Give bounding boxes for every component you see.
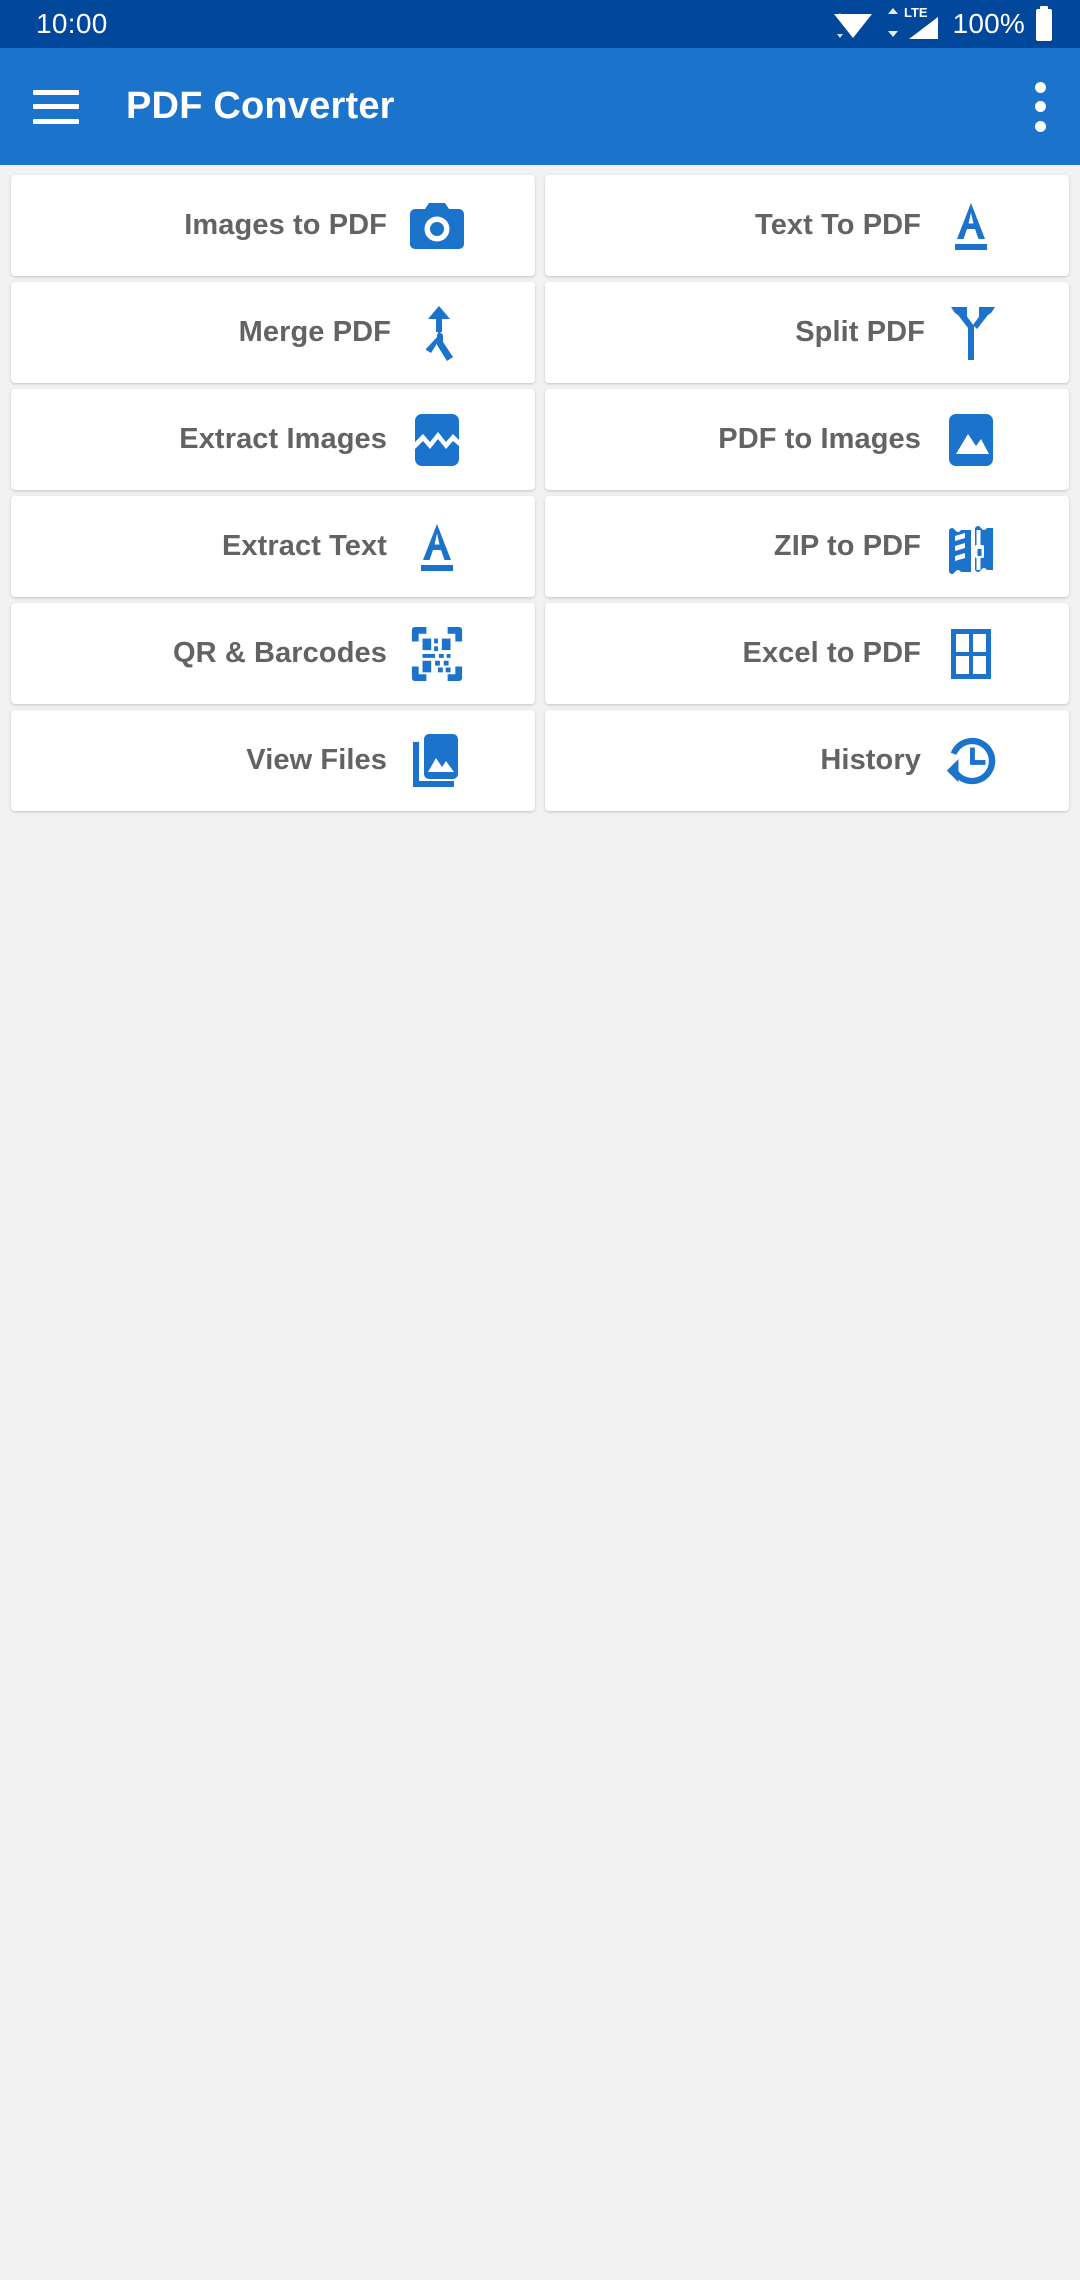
status-icons: LTE 100% xyxy=(833,5,1054,43)
call-split-icon xyxy=(947,305,999,361)
grid-cell: View Files xyxy=(6,707,540,814)
format-underlined-a-icon xyxy=(409,519,465,575)
hamburger-menu-icon[interactable] xyxy=(33,89,79,124)
cellular-signal-icon: LTE xyxy=(882,5,944,43)
battery-icon xyxy=(1034,6,1054,42)
tool-card-extract-images[interactable]: Extract Images xyxy=(11,389,535,490)
tool-card-qr-barcodes[interactable]: QR & Barcodes xyxy=(11,603,535,704)
qr-code-scanner-icon xyxy=(409,626,465,682)
table-grid-icon xyxy=(943,626,999,682)
tool-card-label: View Files xyxy=(246,744,387,776)
zip-archive-icon xyxy=(943,519,999,575)
tool-card-label: PDF to Images xyxy=(718,423,921,455)
tool-card-label: Extract Text xyxy=(221,530,387,562)
overflow-menu-icon[interactable] xyxy=(1034,81,1050,132)
wifi-icon xyxy=(833,7,873,41)
grid-cell: Excel to PDF xyxy=(540,600,1074,707)
tool-card-text-to-pdf[interactable]: Text To PDF xyxy=(545,175,1069,276)
grid-cell: Split PDF xyxy=(540,279,1074,386)
grid-cell: Merge PDF xyxy=(6,279,540,386)
grid-cell: Images to PDF xyxy=(6,172,540,279)
tool-card-label: Extract Images xyxy=(179,423,387,455)
format-underlined-a-icon xyxy=(943,198,999,254)
page-title: PDF Converter xyxy=(126,85,395,127)
grid-cell: QR & Barcodes xyxy=(6,600,540,707)
tool-card-view-files[interactable]: View Files xyxy=(11,710,535,811)
tool-card-excel-to-pdf[interactable]: Excel to PDF xyxy=(545,603,1069,704)
tool-card-label: Merge PDF xyxy=(238,316,391,348)
tool-card-extract-text[interactable]: Extract Text xyxy=(11,496,535,597)
tool-card-label: ZIP to PDF xyxy=(773,530,921,562)
tool-card-label: History xyxy=(820,744,921,776)
call-merge-icon xyxy=(413,305,465,361)
grid-cell: Text To PDF xyxy=(540,172,1074,279)
broken-image-icon xyxy=(409,412,465,468)
tool-card-pdf-to-images[interactable]: PDF to Images xyxy=(545,389,1069,490)
tool-card-images-to-pdf[interactable]: Images to PDF xyxy=(11,175,535,276)
tool-card-label: Images to PDF xyxy=(184,209,387,241)
grid-cell: Extract Text xyxy=(6,493,540,600)
tool-card-merge-pdf[interactable]: Merge PDF xyxy=(11,282,535,383)
camera-icon xyxy=(409,198,465,254)
tool-card-history[interactable]: History xyxy=(545,710,1069,811)
tool-card-label: Split PDF xyxy=(795,316,925,348)
grid-cell: PDF to Images xyxy=(540,386,1074,493)
tool-card-split-pdf[interactable]: Split PDF xyxy=(545,282,1069,383)
grid-cell: Extract Images xyxy=(6,386,540,493)
tool-card-label: Text To PDF xyxy=(755,209,921,241)
app-bar: PDF Converter xyxy=(0,48,1080,165)
battery-percent-label: 100% xyxy=(952,8,1025,39)
photo-icon xyxy=(943,412,999,468)
tool-card-label: Excel to PDF xyxy=(742,637,921,669)
svg-text:LTE: LTE xyxy=(904,5,928,20)
tool-card-label: QR & Barcodes xyxy=(172,637,387,669)
status-clock: 10:00 xyxy=(36,8,108,39)
history-clock-icon xyxy=(943,733,999,789)
grid-cell: History xyxy=(540,707,1074,814)
status-bar: 10:00 LTE 100% xyxy=(0,0,1080,48)
tool-grid: Images to PDF Text To PDF Merge PDF Spli… xyxy=(0,165,1080,814)
tool-card-zip-to-pdf[interactable]: ZIP to PDF xyxy=(545,496,1069,597)
grid-cell: ZIP to PDF xyxy=(540,493,1074,600)
photo-library-icon xyxy=(409,733,465,789)
